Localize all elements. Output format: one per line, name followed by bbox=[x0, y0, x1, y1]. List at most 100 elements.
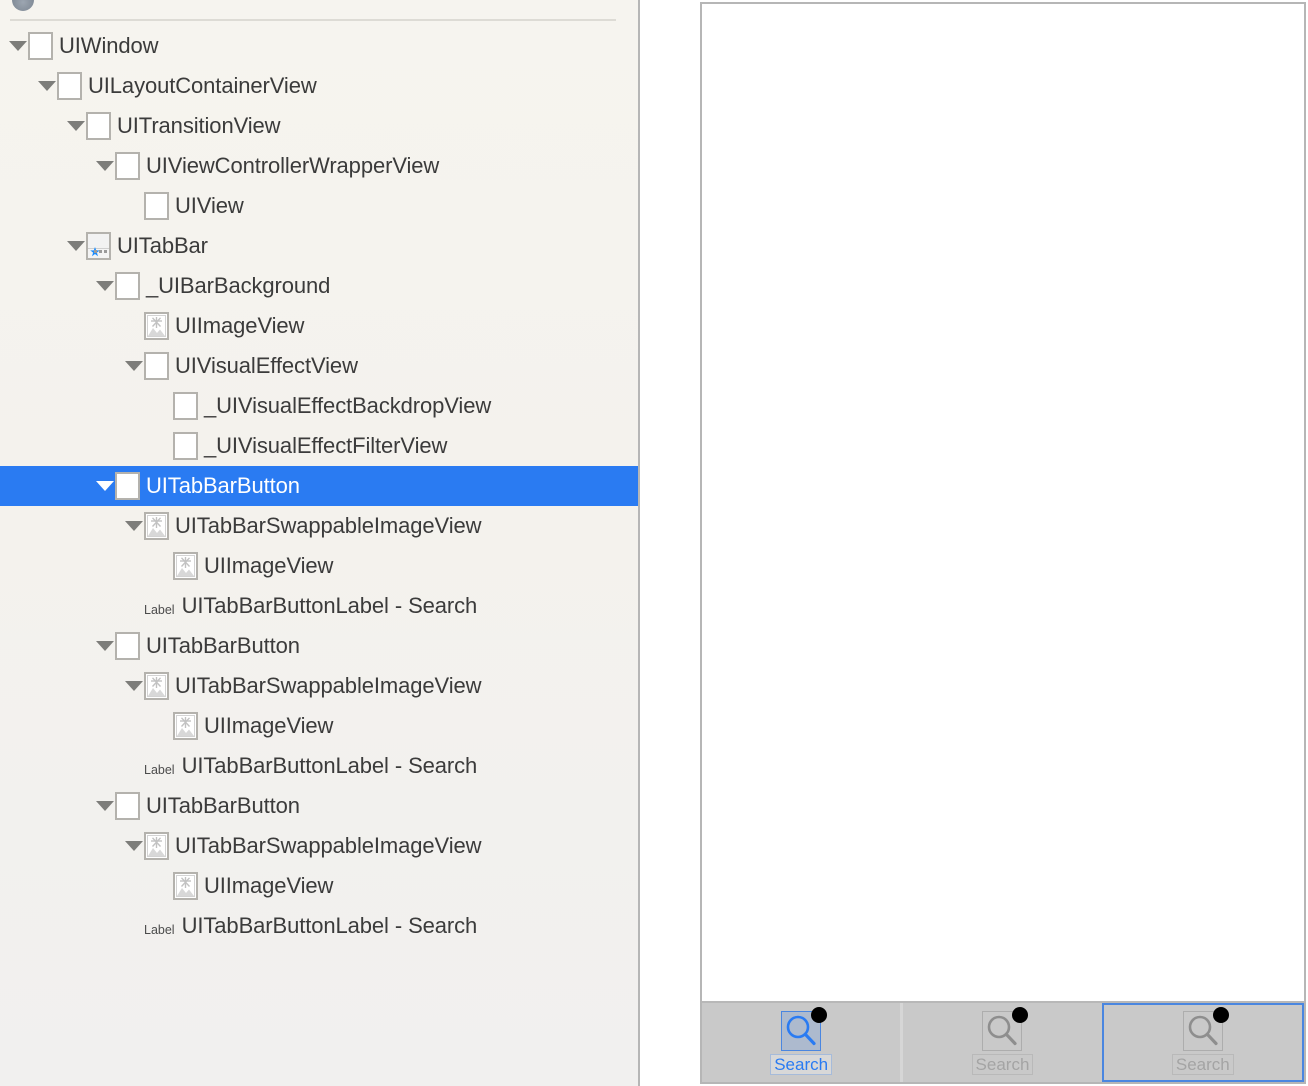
disclosure-triangle-icon[interactable] bbox=[124, 506, 144, 546]
tree-row[interactable]: UITabBar bbox=[0, 226, 640, 266]
tree-row-label: UIWindow bbox=[59, 35, 158, 57]
view-icon bbox=[28, 32, 53, 60]
tree-row[interactable]: Label UITabBarButtonLabel - Search bbox=[0, 586, 640, 626]
ui-tab-bar[interactable]: Search Search Search bbox=[702, 1001, 1304, 1082]
tree-row-label: UITabBarButton bbox=[146, 475, 300, 497]
disclosure-triangle-icon[interactable] bbox=[124, 826, 144, 866]
node-kind-tag: Label bbox=[144, 924, 175, 947]
hierarchy-tree[interactable]: UIWindow UILayoutContainerViewUITransitio… bbox=[0, 26, 640, 946]
view-icon bbox=[173, 432, 198, 460]
tree-row-label: UIView bbox=[175, 195, 244, 217]
view-hierarchy-panel: UIWindow UILayoutContainerViewUITransitio… bbox=[0, 0, 640, 1086]
node-kind-tag: Label bbox=[144, 604, 175, 627]
image-view-icon bbox=[173, 712, 198, 740]
tab-bar-swappable-image-view[interactable] bbox=[1183, 1011, 1223, 1051]
disclosure-triangle-icon[interactable] bbox=[8, 26, 28, 66]
tree-row-label: UITabBarSwappableImageView bbox=[175, 515, 481, 537]
tree-row-label: UIImageView bbox=[204, 555, 333, 577]
tree-row[interactable]: UITabBarSwappableImageView bbox=[0, 506, 640, 546]
disclosure-spacer bbox=[124, 746, 144, 786]
image-view-icon bbox=[144, 832, 169, 860]
disclosure-spacer bbox=[124, 906, 144, 946]
image-view-icon bbox=[144, 312, 169, 340]
tab-bar-button[interactable]: Search bbox=[702, 1003, 900, 1082]
tree-row[interactable]: UITabBarSwappableImageView bbox=[0, 826, 640, 866]
tree-row-label: UITabBarSwappableImageView bbox=[175, 675, 481, 697]
tab-bar-button[interactable]: Search bbox=[900, 1003, 1101, 1082]
disclosure-triangle-icon[interactable] bbox=[95, 266, 115, 306]
tree-row[interactable]: UIImageView bbox=[0, 706, 640, 746]
tree-row[interactable]: _UIBarBackground bbox=[0, 266, 640, 306]
tree-row[interactable]: UIView bbox=[0, 186, 640, 226]
tree-row[interactable]: UITabBarButton bbox=[0, 786, 640, 826]
tree-row-label: UIVisualEffectView bbox=[175, 355, 358, 377]
tree-row-label: _UIVisualEffectFilterView bbox=[204, 435, 447, 457]
view-icon bbox=[86, 112, 111, 140]
node-kind-tag: Label bbox=[144, 764, 175, 787]
image-view-glyph-icon bbox=[147, 675, 166, 697]
device-content-area[interactable] bbox=[702, 4, 1304, 1001]
tree-row[interactable]: _UIVisualEffectBackdropView bbox=[0, 386, 640, 426]
tree-row-label: UIImageView bbox=[204, 715, 333, 737]
badge-dot-icon bbox=[1213, 1007, 1229, 1023]
tree-row[interactable]: Label UITabBarButtonLabel - Search bbox=[0, 746, 640, 786]
tree-row[interactable]: UIViewControllerWrapperView bbox=[0, 146, 640, 186]
tree-row[interactable]: UITabBarSwappableImageView bbox=[0, 666, 640, 706]
disclosure-spacer bbox=[153, 866, 173, 906]
tab-bar-button-label: Search bbox=[972, 1054, 1034, 1075]
image-view-glyph-icon bbox=[176, 715, 195, 737]
tree-row[interactable]: UITabBarButton bbox=[0, 626, 640, 666]
tree-row[interactable]: UIWindow bbox=[0, 26, 640, 66]
tree-row-label: UIImageView bbox=[175, 315, 304, 337]
disclosure-triangle-icon[interactable] bbox=[124, 346, 144, 386]
tree-row[interactable]: UIImageView bbox=[0, 866, 640, 906]
tree-row[interactable]: UITransitionView bbox=[0, 106, 640, 146]
panel-divider bbox=[10, 19, 616, 21]
disclosure-spacer bbox=[153, 706, 173, 746]
tree-row-label: UITabBarButtonLabel - Search bbox=[182, 755, 478, 777]
disclosure-triangle-icon[interactable] bbox=[95, 466, 115, 506]
tree-row[interactable]: LabelUITabBarButtonLabel - Search bbox=[0, 906, 640, 946]
image-view-glyph-icon bbox=[147, 515, 166, 537]
tree-row-label: UITabBarButtonLabel - Search bbox=[182, 595, 478, 617]
image-view-glyph-icon bbox=[147, 315, 166, 337]
view-icon bbox=[173, 392, 198, 420]
view-icon bbox=[57, 72, 82, 100]
disclosure-triangle-icon[interactable] bbox=[95, 146, 115, 186]
disclosure-spacer bbox=[124, 306, 144, 346]
panel-handle-icon[interactable] bbox=[12, 0, 34, 11]
tree-row[interactable]: UIVisualEffectView bbox=[0, 346, 640, 386]
disclosure-spacer bbox=[153, 386, 173, 426]
image-view-icon bbox=[173, 552, 198, 580]
disclosure-spacer bbox=[124, 186, 144, 226]
disclosure-spacer bbox=[153, 426, 173, 466]
disclosure-triangle-icon[interactable] bbox=[37, 66, 57, 106]
tree-row-label: UIImageView bbox=[204, 875, 333, 897]
image-view-glyph-icon bbox=[147, 835, 166, 857]
tab-bar-swappable-image-view[interactable] bbox=[982, 1011, 1022, 1051]
tree-row[interactable]: UILayoutContainerView bbox=[0, 66, 640, 106]
tree-row[interactable]: _UIVisualEffectFilterView bbox=[0, 426, 640, 466]
tree-row[interactable]: UIImageView bbox=[0, 306, 640, 346]
image-view-glyph-icon bbox=[176, 875, 195, 897]
view-icon bbox=[115, 632, 140, 660]
tab-bar-swappable-image-view[interactable] bbox=[781, 1011, 821, 1051]
tree-row-label: UITabBarButton bbox=[146, 635, 300, 657]
view-icon bbox=[144, 352, 169, 380]
disclosure-triangle-icon[interactable] bbox=[124, 666, 144, 706]
tree-row-label: UITabBarButton bbox=[146, 795, 300, 817]
tab-bar-button-label: Search bbox=[1172, 1054, 1234, 1075]
tree-row-label: _UIVisualEffectBackdropView bbox=[204, 395, 491, 417]
badge-dot-icon bbox=[1012, 1007, 1028, 1023]
disclosure-spacer bbox=[153, 546, 173, 586]
tree-row[interactable]: UITabBarButton bbox=[0, 466, 640, 506]
tree-row-label: UITabBar bbox=[117, 235, 208, 257]
tree-row[interactable]: UIImageView bbox=[0, 546, 640, 586]
disclosure-triangle-icon[interactable] bbox=[95, 786, 115, 826]
disclosure-triangle-icon[interactable] bbox=[66, 106, 86, 146]
disclosure-triangle-icon[interactable] bbox=[95, 626, 115, 666]
tab-bar-button[interactable]: Search bbox=[1102, 1003, 1304, 1082]
view-icon bbox=[115, 792, 140, 820]
tree-row-label: _UIBarBackground bbox=[146, 275, 330, 297]
disclosure-triangle-icon[interactable] bbox=[66, 226, 86, 266]
